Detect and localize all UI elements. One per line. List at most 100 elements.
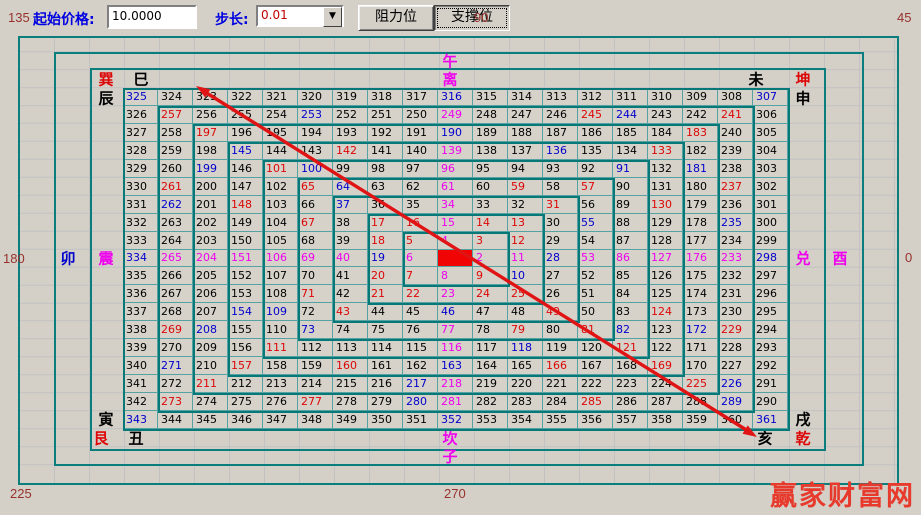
grid-cell: 152 — [228, 267, 263, 285]
grid-cell: 202 — [193, 214, 228, 232]
grid-cell: 247 — [508, 106, 543, 124]
grid-cell: 27 — [543, 267, 578, 285]
grid-cell: 241 — [718, 106, 753, 124]
grid-cell: 330 — [123, 178, 158, 196]
step-dropdown[interactable]: 0.01 ▼ — [256, 5, 344, 27]
grid-cell: 351 — [403, 411, 438, 429]
start-price-input[interactable]: 10.0000 — [107, 5, 197, 29]
grid-cell: 105 — [263, 232, 298, 250]
grid-cell: 206 — [193, 285, 228, 303]
grid-cell: 116 — [438, 339, 473, 357]
grid-cell: 136 — [543, 142, 578, 160]
grid-cell: 268 — [158, 303, 193, 321]
grid-cell: 244 — [613, 106, 648, 124]
degree-225-label: 225 — [10, 486, 32, 501]
grid-cell: 110 — [263, 321, 298, 339]
grid-cell: 333 — [123, 232, 158, 250]
grid-cell: 246 — [543, 106, 578, 124]
support-button[interactable]: 支撑位 — [434, 5, 510, 31]
grid-cell: 230 — [718, 303, 753, 321]
grid-cell: 270 — [158, 339, 193, 357]
grid-cell: 272 — [158, 375, 193, 393]
grid-cell: 242 — [683, 106, 718, 124]
grid-cell: 219 — [473, 375, 508, 393]
grid-cell: 43 — [333, 303, 368, 321]
grid-cell: 237 — [718, 178, 753, 196]
grid-cell: 59 — [508, 178, 543, 196]
grid-cell: 63 — [368, 178, 403, 196]
grid-cell: 67 — [298, 214, 333, 232]
grid-cell: 288 — [683, 393, 718, 411]
grid-cell: 122 — [648, 339, 683, 357]
grid-cell: 6 — [403, 250, 438, 268]
grid-cell: 135 — [578, 142, 613, 160]
chevron-down-icon[interactable]: ▼ — [323, 7, 342, 27]
grid-cell: 220 — [508, 375, 543, 393]
grid-cell: 276 — [263, 393, 298, 411]
grid-cell: 231 — [718, 285, 753, 303]
grid-cell: 141 — [368, 142, 403, 160]
grid-cell: 176 — [683, 250, 718, 268]
grid-cell: 18 — [368, 232, 403, 250]
grid-cell: 74 — [333, 321, 368, 339]
resistance-button[interactable]: 阻力位 — [358, 5, 434, 31]
grid-cell: 19 — [368, 250, 403, 268]
grid-cell: 188 — [508, 124, 543, 142]
grid-cell: 65 — [298, 178, 333, 196]
grid-cell: 81 — [578, 321, 613, 339]
grid-cell: 340 — [123, 357, 158, 375]
grid-cell: 166 — [543, 357, 578, 375]
grid-cell: 265 — [158, 250, 193, 268]
grid-cell: 42 — [333, 285, 368, 303]
grid-cell: 322 — [228, 88, 263, 106]
grid-cell: 238 — [718, 160, 753, 178]
step-label: 步长: — [215, 9, 249, 29]
grid-cell: 7 — [403, 267, 438, 285]
grid-cell: 151 — [228, 250, 263, 268]
grid-cell: 346 — [228, 411, 263, 429]
grid-cell: 106 — [263, 250, 298, 268]
grid-cell: 348 — [298, 411, 333, 429]
grid-cell: 150 — [228, 232, 263, 250]
grid-cell: 29 — [543, 232, 578, 250]
grid-cell: 361 — [753, 411, 788, 429]
grid-cell: 10 — [508, 267, 543, 285]
grid-cell: 223 — [613, 375, 648, 393]
grid-cell: 341 — [123, 375, 158, 393]
grid-cell: 103 — [263, 196, 298, 214]
grid-cell: 217 — [403, 375, 438, 393]
grid-cell: 249 — [438, 106, 473, 124]
trigram-zhen-label: 震 — [98, 248, 113, 269]
grid-cell: 269 — [158, 321, 193, 339]
grid-cell: 170 — [683, 357, 718, 375]
grid-cell: 210 — [193, 357, 228, 375]
grid-cell: 153 — [228, 285, 263, 303]
trigram-gen-label: 艮 — [93, 428, 108, 449]
grid-cell: 149 — [228, 214, 263, 232]
grid-cell: 127 — [648, 250, 683, 268]
grid-cell: 309 — [683, 88, 718, 106]
grid-cell: 354 — [508, 411, 543, 429]
grid-cell: 91 — [613, 160, 648, 178]
grid-cell: 4 — [438, 232, 473, 250]
grid-cell: 352 — [438, 411, 473, 429]
grid-cell: 128 — [648, 232, 683, 250]
branch-xu-label: 戌 — [795, 409, 810, 430]
grid-cell: 336 — [123, 285, 158, 303]
grid-cell: 90 — [613, 178, 648, 196]
grid-cell: 282 — [473, 393, 508, 411]
grid-cell: 245 — [578, 106, 613, 124]
grid-cell: 296 — [753, 285, 788, 303]
grid-cell: 26 — [543, 285, 578, 303]
grid-cell: 234 — [718, 232, 753, 250]
grid-cell: 163 — [438, 357, 473, 375]
gann-square-grid: 3253243233223213203193183173163153143133… — [123, 88, 788, 429]
grid-cell: 252 — [333, 106, 368, 124]
grid-cell: 70 — [298, 267, 333, 285]
grid-cell: 355 — [543, 411, 578, 429]
grid-cell: 20 — [368, 267, 403, 285]
grid-cell: 318 — [368, 88, 403, 106]
grid-cell: 171 — [683, 339, 718, 357]
grid-cell: 312 — [578, 88, 613, 106]
grid-cell: 293 — [753, 339, 788, 357]
